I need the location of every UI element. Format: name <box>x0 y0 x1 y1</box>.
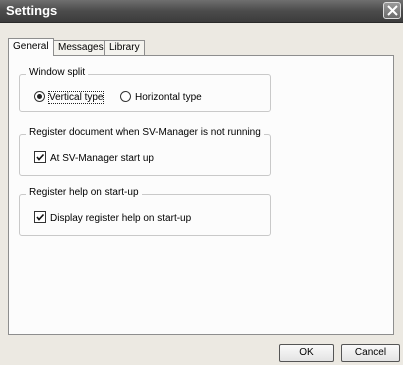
vertical-type-radio[interactable]: Vertical type <box>34 91 105 104</box>
window-split-group: Window split Vertical type Horizontal ty… <box>19 67 271 112</box>
display-register-help-label: Display register help on start-up <box>50 213 192 224</box>
register-help-group: Register help on start-up Display regist… <box>19 187 271 236</box>
checkmark-icon <box>36 153 45 161</box>
radio-unselected-icon <box>120 91 131 102</box>
checkbox-checked <box>34 151 46 163</box>
settings-dialog: Settings General Messages Library Window… <box>0 0 403 365</box>
window-split-legend: Window split <box>26 67 89 78</box>
checkbox-checked <box>34 211 46 223</box>
general-tab-panel: Window split Vertical type Horizontal ty… <box>8 55 394 335</box>
cancel-button[interactable]: Cancel <box>341 344 400 362</box>
close-button[interactable] <box>383 2 401 19</box>
tab-library[interactable]: Library <box>104 40 145 55</box>
tab-general[interactable]: General <box>8 38 54 56</box>
ok-button[interactable]: OK <box>279 344 334 362</box>
at-startup-checkbox[interactable]: At SV-Manager start up <box>34 151 154 164</box>
at-startup-label: At SV-Manager start up <box>50 153 154 164</box>
horizontal-type-label: Horizontal type <box>135 92 202 103</box>
register-help-legend: Register help on start-up <box>26 187 142 198</box>
title-bar[interactable]: Settings <box>0 0 403 23</box>
radio-selected-icon <box>34 91 45 102</box>
register-document-group: Register document when SV-Manager is not… <box>19 127 271 176</box>
horizontal-type-radio[interactable]: Horizontal type <box>120 91 202 103</box>
vertical-type-label: Vertical type <box>47 91 105 104</box>
close-icon <box>387 5 398 16</box>
display-register-help-checkbox[interactable]: Display register help on start-up <box>34 211 191 224</box>
checkmark-icon <box>36 213 45 221</box>
register-document-legend: Register document when SV-Manager is not… <box>26 127 264 138</box>
window-title: Settings <box>6 3 58 18</box>
tab-messages[interactable]: Messages <box>53 40 109 55</box>
